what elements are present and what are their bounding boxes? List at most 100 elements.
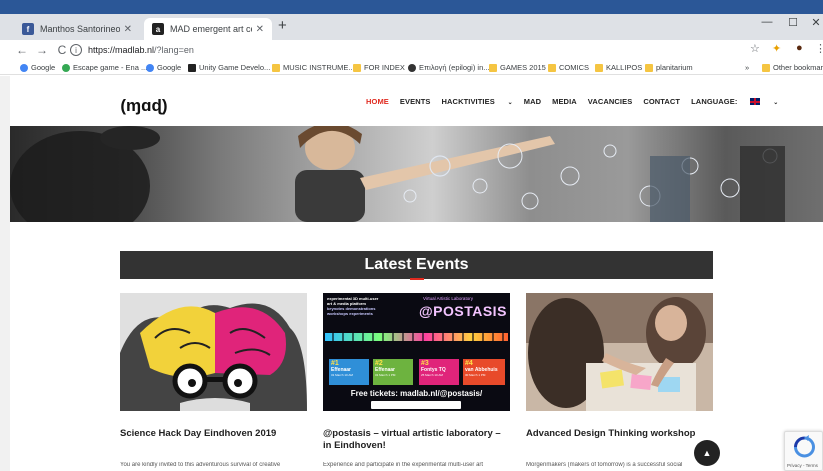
event-excerpt: Experience and participate in the experi…	[323, 462, 484, 468]
folder-icon	[548, 63, 556, 72]
star-icon[interactable]: ☆	[750, 42, 760, 55]
mad-icon: a	[152, 23, 164, 35]
tab-manthos[interactable]: f Manthos Santorineos ✕	[14, 18, 140, 40]
bookmark-music[interactable]: MUSIC INSTRUME...	[272, 63, 355, 72]
bookmark-for-index[interactable]: FOR INDEX	[353, 63, 405, 72]
bookmark-planitarium[interactable]: planitarium	[645, 63, 693, 72]
slot-date: 25 March 10 AM	[421, 373, 443, 377]
poster-brand: @POSTASIS	[419, 303, 507, 319]
chevron-down-icon: ⌄	[505, 100, 513, 106]
tab-mad[interactable]: a MAD emergent art center ✕	[144, 18, 272, 40]
new-tab-button[interactable]: +	[278, 17, 287, 34]
nav-events[interactable]: EVENTS	[400, 97, 431, 106]
bookmark-label: COMICS	[559, 63, 589, 72]
other-bookmarks[interactable]: Other bookmarks	[762, 63, 823, 72]
event-title[interactable]: @postasis – virtual artistic laboratory …	[323, 428, 510, 452]
bookmark-escape[interactable]: Escape game - Ena ...	[62, 63, 147, 72]
event-title[interactable]: Science Hack Day Eindhoven 2019	[120, 428, 307, 440]
more-bookmarks-label: »	[745, 63, 750, 72]
event-image-science-hack-day[interactable]	[120, 293, 307, 411]
bookmark-label: GAMES 2015	[500, 63, 546, 72]
poster-lab-label: Virtual Artistic Laboratory	[423, 296, 473, 301]
tab-title: Manthos Santorineos	[40, 24, 120, 34]
bookmark-label: MUSIC INSTRUME...	[283, 63, 355, 72]
event-image-design-thinking[interactable]	[526, 293, 713, 411]
event-card-2[interactable]: experimental 3D multi-user art & media p…	[323, 293, 510, 468]
main-nav: HOME EVENTS HACKTIVITIES ⌄ MAD MEDIA VAC…	[366, 97, 789, 106]
minimize-button[interactable]: —	[758, 16, 776, 28]
svg-text:(ɱɑɖ): (ɱɑɖ)	[120, 96, 167, 115]
google-icon	[146, 63, 154, 72]
poster-tickets: Free tickets: madlab.nl/@postasis/	[350, 389, 483, 398]
poster-slot-3: #3 Fontys TQ 25 March 10 AM	[419, 359, 459, 385]
poster-equalizer	[325, 329, 508, 345]
chevron-up-icon: ▲	[702, 448, 712, 458]
web-page: (ɱɑɖ) HOME EVENTS HACKTIVITIES ⌄ MAD MED…	[10, 76, 823, 471]
section-title: Latest Events	[364, 256, 469, 273]
folder-icon	[353, 63, 361, 72]
nav-language[interactable]: LANGUAGE: ⌄	[691, 97, 778, 106]
profile-icon[interactable]: ●	[796, 42, 803, 54]
more-bookmarks[interactable]: »	[745, 63, 749, 72]
bookmark-unity[interactable]: Unity Game Develo...	[188, 63, 270, 72]
nav-hacktivities[interactable]: HACKTIVITIES ⌄	[442, 97, 513, 106]
poster-slot-1: #1 Effenaar 31 March 10 AM	[329, 359, 369, 385]
address-bar[interactable]: i https://madlab.nl/?lang=en	[70, 42, 770, 58]
slot-date: 31 March 1 PM	[375, 373, 396, 377]
event-excerpt: You are kindly invited to this adventuro…	[120, 462, 281, 468]
bookmark-label: Επιλογή (epilogi) in...	[419, 63, 490, 72]
recaptcha-badge[interactable]: Privacy - Terms	[784, 431, 823, 471]
bookmark-comics[interactable]: COMICS	[548, 63, 589, 72]
slot-number: #2	[375, 360, 383, 367]
bookmark-google-2[interactable]: Google	[146, 63, 181, 72]
bookmark-label: Google	[31, 63, 56, 72]
nav-contact[interactable]: CONTACT	[643, 97, 680, 106]
bookmark-games[interactable]: GAMES 2015	[489, 63, 546, 72]
nav-home[interactable]: HOME	[366, 97, 389, 106]
event-image-postasis[interactable]: experimental 3D multi-user art & media p…	[323, 293, 510, 411]
heading-underline	[410, 278, 424, 280]
facebook-icon: f	[22, 23, 34, 35]
hero-photo	[10, 126, 785, 222]
event-card-3[interactable]: Advanced Design Thinking workshop Morgen…	[526, 293, 713, 468]
extension-icon[interactable]: ✦	[772, 42, 781, 55]
info-icon[interactable]: i	[70, 44, 82, 56]
folder-icon	[762, 63, 770, 72]
slot-number: #3	[421, 360, 429, 367]
maximize-button[interactable]: ☐	[784, 16, 802, 29]
poster-slot-2: #2 Effenaar 31 March 1 PM	[373, 359, 413, 385]
bookmark-epilogi[interactable]: Επιλογή (epilogi) in...	[408, 63, 490, 72]
page-left-gutter	[0, 76, 10, 471]
link-icon	[408, 63, 416, 72]
nav-media[interactable]: MEDIA	[552, 97, 577, 106]
bookmark-kallipos[interactable]: KALLIPOS	[595, 63, 642, 72]
scroll-to-top-button[interactable]: ▲	[694, 440, 720, 466]
slot-number: #4	[465, 360, 473, 367]
latest-events-heading: Latest Events	[120, 251, 713, 280]
mad-logo[interactable]: (ɱɑɖ)	[114, 90, 174, 120]
recaptcha-icon	[794, 435, 815, 458]
slot-number: #1	[331, 360, 339, 367]
bookmark-label: KALLIPOS	[606, 63, 643, 72]
bookmark-label: Unity Game Develo...	[199, 63, 271, 72]
event-title[interactable]: Advanced Design Thinking workshop	[526, 428, 713, 440]
bookmark-label: Google	[157, 63, 182, 72]
nav-vacancies[interactable]: VACANCIES	[588, 97, 633, 106]
bookmark-google[interactable]: Google	[20, 63, 55, 72]
back-icon[interactable]: ←	[14, 43, 30, 57]
tab-title: MAD emergent art center	[170, 24, 252, 34]
unity-icon	[188, 63, 196, 72]
folder-icon	[489, 63, 497, 72]
recaptcha-terms[interactable]: Privacy - Terms	[787, 463, 818, 468]
event-card-1[interactable]: Science Hack Day Eindhoven 2019 You are …	[120, 293, 307, 468]
bookmark-label: FOR INDEX	[364, 63, 405, 72]
forward-icon[interactable]: →	[34, 43, 50, 57]
reload-icon[interactable]: C	[54, 43, 70, 57]
nav-mad[interactable]: MAD	[524, 97, 541, 106]
close-icon[interactable]: ✕	[256, 24, 264, 35]
window-title-strip	[0, 0, 823, 14]
menu-icon[interactable]: ⋮	[815, 42, 823, 55]
uk-flag-icon	[750, 98, 761, 105]
close-icon[interactable]: ✕	[124, 24, 132, 35]
close-window-button[interactable]: ✕	[807, 16, 823, 29]
